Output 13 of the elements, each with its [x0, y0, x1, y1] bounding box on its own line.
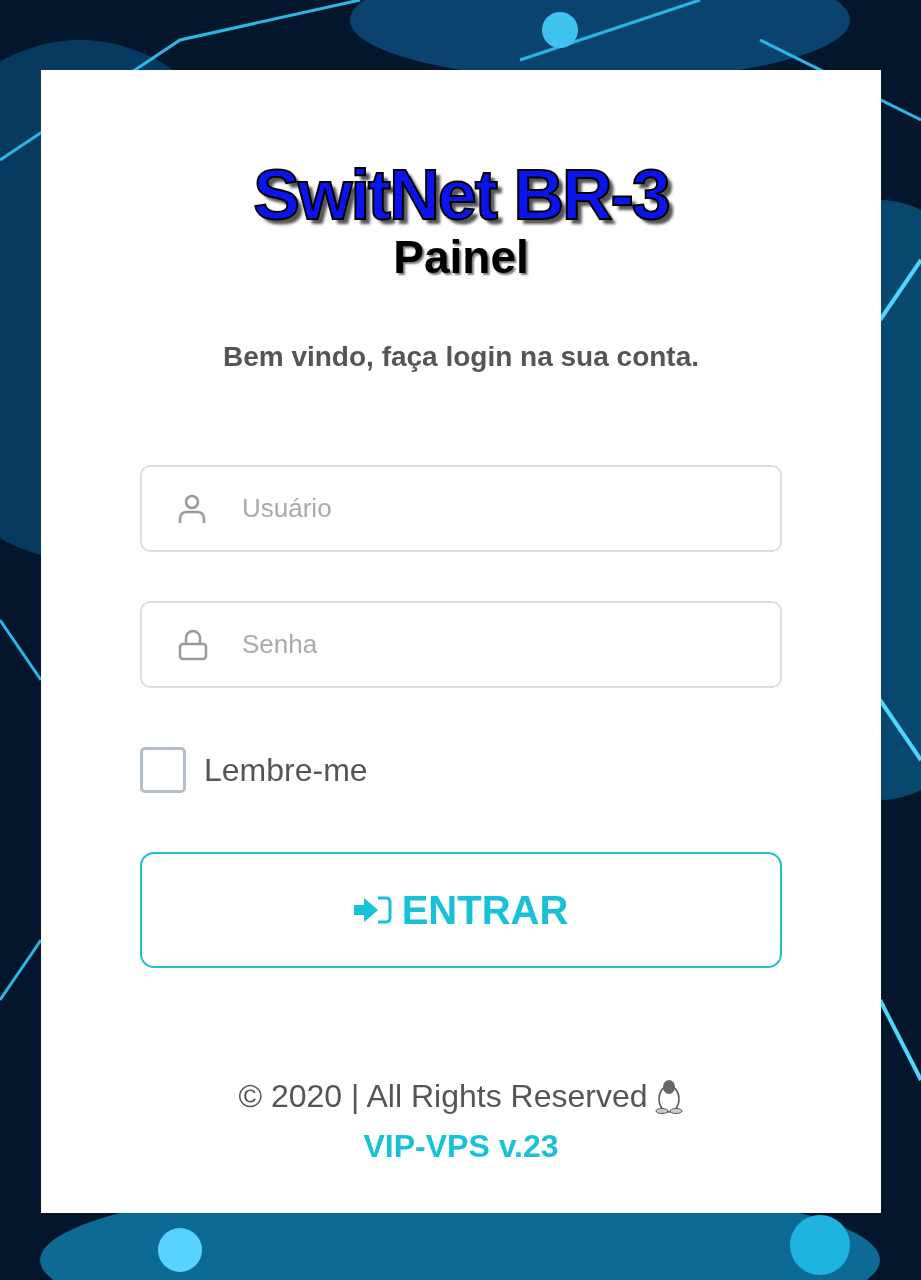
username-field[interactable]: Usuário: [140, 465, 782, 552]
sign-in-icon: [353, 895, 392, 925]
logo-title: SwitNet BR-3: [253, 160, 669, 230]
checkbox-label[interactable]: Lembre-me: [204, 746, 368, 794]
user-icon: [178, 493, 206, 524]
lock-icon: [178, 628, 208, 661]
version-text: VIP-VPS v.23: [362, 1127, 560, 1166]
remember-checkbox[interactable]: [140, 747, 186, 793]
logo-subtitle: Painel: [393, 234, 529, 280]
copyright-text: © 2020 | All Rights Reserved: [238, 1077, 648, 1116]
welcome-text: Bem vindo, faça login na sua conta.: [221, 340, 701, 374]
penguin-icon: [655, 1078, 684, 1114]
password-field[interactable]: Senha: [140, 601, 782, 688]
